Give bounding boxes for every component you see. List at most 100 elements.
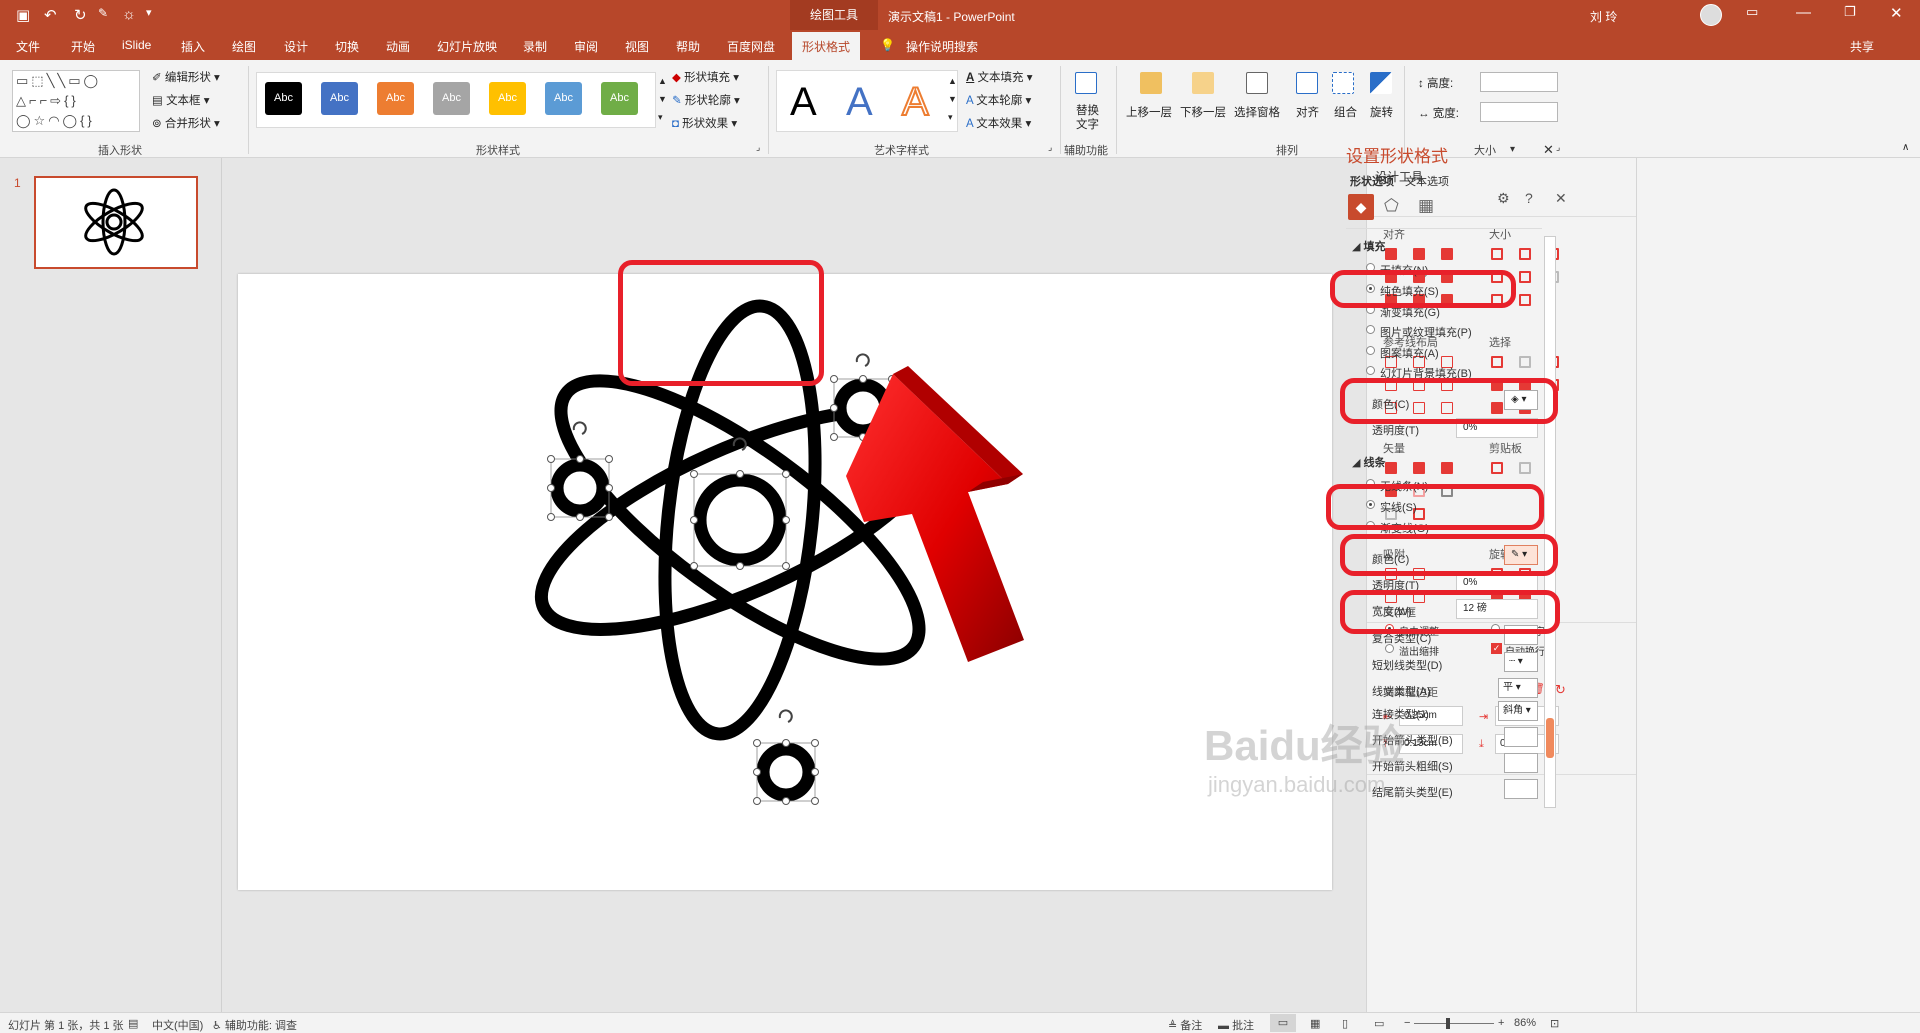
tab-record[interactable]: 录制 (523, 38, 547, 55)
text-outline-button[interactable]: A 文本轮廓 ▾ (966, 92, 1031, 108)
fit-to-window-icon[interactable]: ⊡ (1550, 1017, 1559, 1030)
selection-pane-button[interactable]: 选择窗格 (1234, 104, 1280, 120)
gallery-scroll-icon[interactable]: ▲ ▼ ▾ (658, 72, 667, 126)
bring-forward-icon[interactable] (1140, 72, 1162, 94)
tab-baidu-netdisk[interactable]: 百度网盘 (727, 38, 775, 55)
shape-style-lightblue[interactable]: Abc (545, 82, 582, 115)
stretch-bottom-icon[interactable] (1519, 294, 1531, 306)
shape-style-green[interactable]: Abc (601, 82, 638, 115)
dialog-launcher-icon[interactable]: ⌟ (756, 142, 760, 153)
align-icon[interactable] (1296, 72, 1318, 94)
tab-transitions[interactable]: 切换 (335, 38, 359, 55)
select-same-icon[interactable] (1491, 356, 1503, 368)
copy-icon[interactable] (1491, 462, 1503, 474)
same-height-icon[interactable] (1519, 248, 1531, 260)
tab-home[interactable]: 开始 (71, 38, 95, 55)
shape-style-gray[interactable]: Abc (433, 82, 470, 115)
auto-wrap-checkbox[interactable]: ✓ (1491, 643, 1502, 654)
tab-view[interactable]: 视图 (625, 38, 649, 55)
zoom-in-icon[interactable]: + (1498, 1017, 1504, 1029)
dash-type-dropdown[interactable]: ┈ ▾ (1504, 652, 1538, 672)
vector-fragment-icon[interactable] (1441, 462, 1453, 474)
zoom-level[interactable]: 86% (1514, 1017, 1536, 1029)
tab-shape-options[interactable]: 形状选项 (1350, 173, 1394, 189)
group-button[interactable]: 组合 (1334, 104, 1357, 120)
tab-draw[interactable]: 绘图 (232, 38, 256, 55)
close-pane-icon[interactable]: ✕ (1543, 142, 1554, 158)
effects-icon[interactable]: ⬠ (1384, 196, 1399, 216)
user-name[interactable]: 刘 玲 (1590, 8, 1617, 25)
tab-insert[interactable]: 插入 (181, 38, 205, 55)
wordart-black[interactable]: A (790, 80, 817, 125)
wordart-orange-outline[interactable]: A (901, 79, 930, 125)
join-type-dropdown[interactable]: 斜角 ▾ (1498, 701, 1538, 721)
zoom-slider-thumb[interactable] (1446, 1018, 1450, 1029)
rotate-button[interactable]: 旋转 (1370, 104, 1393, 120)
undo-icon[interactable]: ↶ (44, 6, 57, 24)
dialog-launcher-icon[interactable]: ⌟ (1556, 142, 1560, 153)
notes-button[interactable]: ≜ 备注 (1168, 1017, 1202, 1033)
slide-thumbnail[interactable] (34, 176, 198, 269)
tab-text-options[interactable]: 文本选项 (1405, 173, 1449, 189)
maximize-icon[interactable]: ❐ (1844, 4, 1856, 20)
align-button[interactable]: 对齐 (1296, 104, 1319, 120)
size-properties-icon[interactable]: ▦ (1418, 196, 1434, 216)
send-backward-button[interactable]: 下移一层 (1180, 104, 1226, 120)
align-left-icon[interactable] (1385, 248, 1397, 260)
tab-animations[interactable]: 动画 (386, 38, 410, 55)
tab-slideshow[interactable]: 幻灯片放映 (437, 38, 497, 55)
slideshow-view-icon[interactable]: ▭ (1374, 1017, 1384, 1030)
ribbon-display-icon[interactable]: ▭ (1746, 4, 1758, 20)
tab-file[interactable]: 文件 (16, 38, 40, 55)
align-right-icon[interactable] (1441, 248, 1453, 260)
format-painter-icon[interactable]: ✎ (98, 6, 108, 20)
same-width-icon[interactable] (1491, 248, 1503, 260)
accessibility-status[interactable]: ♿ 辅助功能: 调查 (212, 1017, 297, 1033)
tab-islide[interactable]: iSlide (122, 38, 151, 52)
bg-fill-radio[interactable] (1366, 366, 1375, 375)
close-icon[interactable]: ✕ (1890, 4, 1903, 22)
vector-union-icon[interactable] (1385, 462, 1397, 474)
cap-type-dropdown[interactable]: 平 ▾ (1498, 678, 1538, 698)
end-arrow-type-dropdown[interactable] (1504, 779, 1538, 799)
customize-qat-icon[interactable]: ▾ (146, 6, 152, 19)
merge-shapes-button[interactable]: ⊚ 合并形状 ▾ (152, 115, 220, 131)
normal-view-icon[interactable]: ▭ (1270, 1014, 1296, 1032)
dialog-launcher-icon[interactable]: ⌟ (1048, 142, 1052, 153)
pattern-fill-radio[interactable] (1366, 346, 1375, 355)
zoom-slider[interactable] (1414, 1023, 1494, 1024)
selection-pane-icon[interactable] (1246, 72, 1268, 94)
pane-options-icon[interactable]: ▾ (1510, 144, 1515, 155)
redo-icon[interactable]: ↻ (74, 6, 87, 24)
minimize-icon[interactable]: — (1796, 4, 1811, 21)
shape-gallery[interactable]: ▭⬚╲╲▭◯ △⌐⌐⇨{} ◯☆◠◯{} (12, 70, 140, 132)
stretch-right-icon[interactable] (1519, 271, 1531, 283)
bring-forward-button[interactable]: 上移一层 (1126, 104, 1172, 120)
edit-shape-button[interactable]: ✐ 编辑形状 ▾ (152, 69, 220, 85)
comments-button[interactable]: ▬ 批注 (1218, 1017, 1254, 1033)
send-backward-icon[interactable] (1192, 72, 1214, 94)
help-icon[interactable]: ? (1525, 190, 1533, 206)
shape-style-gold[interactable]: Abc (489, 82, 526, 115)
reading-view-icon[interactable]: ▯ (1342, 1017, 1348, 1030)
shape-effects-button[interactable]: ◘ 形状效果 ▾ (672, 115, 737, 131)
align-center-icon[interactable] (1413, 248, 1425, 260)
shape-outline-button[interactable]: ✎ 形状轮廓 ▾ (672, 92, 740, 108)
scrollbar-thumb[interactable] (1546, 718, 1554, 758)
touch-mode-icon[interactable]: ☼ (122, 6, 136, 23)
spellcheck-icon[interactable]: ▤ (128, 1017, 138, 1030)
settings-icon[interactable]: ⚙ (1497, 190, 1510, 207)
slide-sorter-icon[interactable]: ▦ (1310, 1017, 1320, 1030)
alt-text-button[interactable]: 替换 文字 (1076, 104, 1099, 132)
shape-fill-button[interactable]: ◆ 形状填充 ▾ (672, 69, 739, 85)
tab-help[interactable]: 帮助 (676, 38, 700, 55)
fill-line-icon[interactable]: ◆ (1348, 194, 1374, 220)
begin-arrow-type-dropdown[interactable] (1504, 727, 1538, 747)
alt-text-icon[interactable] (1075, 72, 1097, 94)
rotate-icon[interactable] (1370, 72, 1392, 94)
text-effects-button[interactable]: A 文本效果 ▾ (966, 115, 1031, 131)
collapse-ribbon-icon[interactable]: ∧ (1902, 142, 1909, 153)
width-input[interactable] (1480, 102, 1558, 122)
fill-section-header[interactable]: ◢ 填充 (1352, 238, 1386, 254)
tab-review[interactable]: 审阅 (574, 38, 598, 55)
